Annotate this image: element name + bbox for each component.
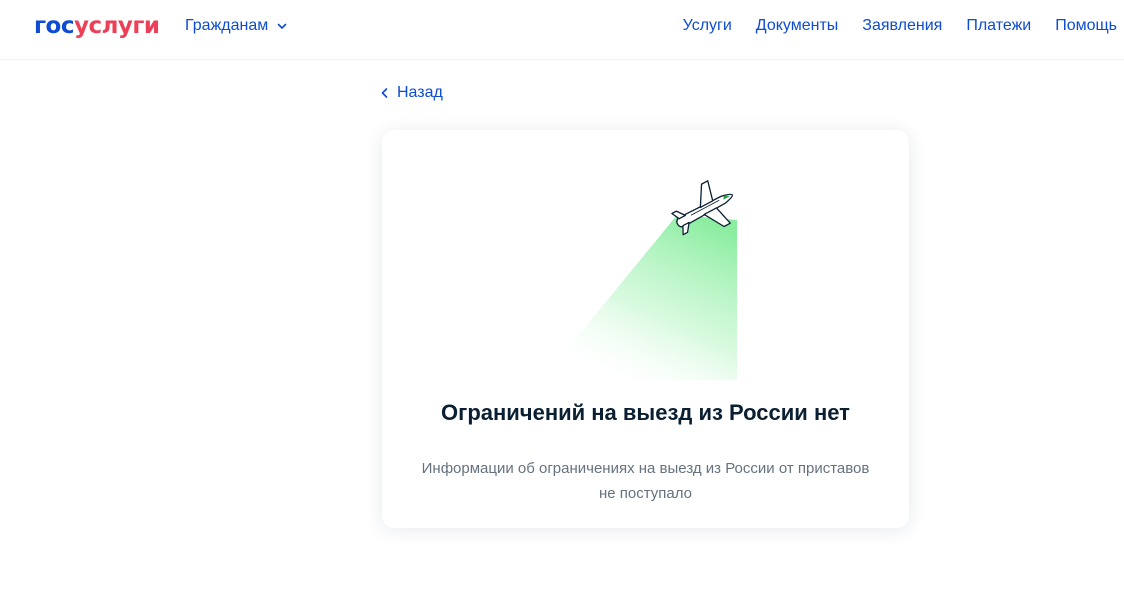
chevron-left-icon	[381, 88, 388, 98]
card-subtitle-line2: не поступало	[598, 485, 693, 502]
back-link[interactable]: Назад	[380, 84, 443, 102]
card-title: Ограничений на выезд из России нет	[441, 400, 850, 425]
chevron-down-icon	[277, 23, 287, 29]
card-subtitle-line1: Информации об ограничениях на выезд из Р…	[421, 460, 870, 477]
gosuslugi-logo[interactable]: госуслуги	[34, 12, 160, 40]
nav-applications[interactable]: Заявления	[862, 17, 942, 35]
header: госуслуги Гражданам Услуги Документы Зая…	[0, 0, 1124, 60]
main-nav: Услуги Документы Заявления Платежи Помощ…	[683, 17, 1117, 35]
card-subtitle: Информации об ограничениях на выезд из Р…	[402, 456, 889, 506]
citizens-dropdown[interactable]: Гражданам	[185, 17, 288, 35]
nav-payments[interactable]: Платежи	[966, 17, 1031, 35]
nav-documents[interactable]: Документы	[756, 17, 838, 35]
logo-part-uslugi: услуги	[73, 13, 160, 39]
citizens-label: Гражданам	[185, 17, 269, 34]
nav-help[interactable]: Помощь	[1055, 17, 1117, 35]
back-label: Назад	[397, 84, 443, 101]
result-card: Ограничений на выезд из России нет Инфор…	[382, 130, 909, 528]
nav-services[interactable]: Услуги	[683, 17, 732, 35]
logo-part-gos: гос	[34, 13, 74, 39]
airplane-icon	[542, 180, 737, 380]
